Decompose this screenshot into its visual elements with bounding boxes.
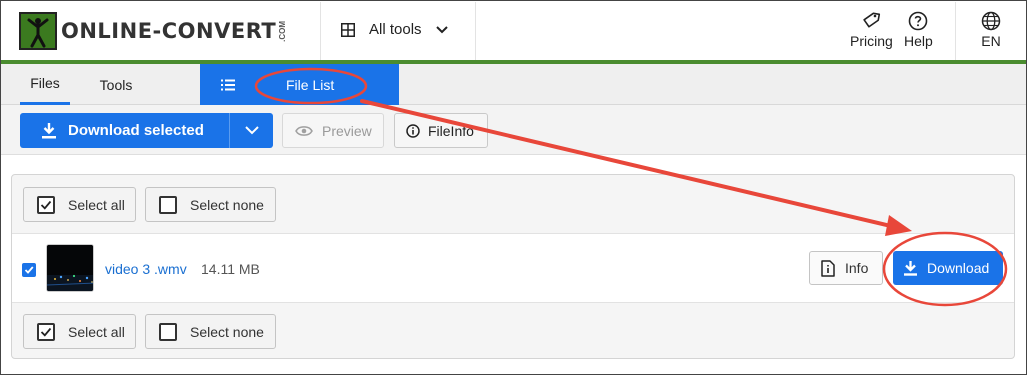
empty-checkbox-icon (159, 322, 177, 341)
split-divider (229, 113, 230, 148)
tab-file-list[interactable]: File List (200, 64, 399, 105)
select-none-label: Select none (190, 323, 264, 340)
tag-icon (863, 12, 881, 28)
file-info-label: Info (845, 260, 869, 276)
file-row-checkbox[interactable] (22, 263, 36, 277)
fileinfo-button[interactable]: FileInfo (394, 113, 488, 148)
checked-checkbox-icon (37, 322, 55, 341)
chevron-down-icon (435, 25, 448, 33)
tab-file-list-label: File List (286, 76, 335, 93)
top-header: ONLINE-CONVERT .COM All tools Pricing He… (1, 1, 1026, 61)
download-icon (42, 122, 56, 138)
download-icon (904, 260, 917, 276)
select-none-button-top[interactable]: Select none (145, 187, 276, 222)
select-all-button-bottom[interactable]: Select all (23, 314, 136, 349)
file-download-button[interactable]: Download (893, 251, 1003, 285)
header-divider (320, 2, 321, 61)
checked-checkbox-icon (37, 195, 55, 214)
select-none-label: Select none (190, 196, 264, 213)
file-info-button[interactable]: Info (809, 251, 883, 285)
file-toolbar: Download selected Preview FileInfo (1, 105, 1026, 155)
tab-tools-label: Tools (99, 76, 133, 93)
file-name-link[interactable]: video 3 .wmv (105, 261, 187, 277)
select-all-label: Select all (68, 323, 125, 340)
fileinfo-label: FileInfo (428, 122, 474, 139)
tab-tools[interactable]: Tools (91, 64, 141, 105)
select-all-label: Select all (68, 196, 125, 213)
language-selector[interactable]: EN (981, 11, 1001, 49)
empty-checkbox-icon (159, 195, 177, 214)
header-divider (475, 2, 476, 61)
info-icon (406, 123, 420, 138)
logo-figure-icon (19, 12, 57, 50)
file-download-label: Download (927, 260, 990, 276)
download-selected-button[interactable]: Download selected (20, 113, 273, 148)
download-selected-label: Download selected (68, 122, 204, 139)
chevron-down-icon[interactable] (245, 126, 259, 135)
preview-label: Preview (322, 122, 372, 139)
grid-icon (341, 22, 355, 37)
file-row: video 3 .wmv 14.11 MB Info Download (12, 233, 1014, 303)
tab-bar: Files Tools File List (1, 64, 1026, 105)
select-all-button-top[interactable]: Select all (23, 187, 136, 222)
eye-icon (295, 125, 313, 136)
logo[interactable]: ONLINE-CONVERT .COM (19, 11, 287, 51)
tab-files[interactable]: Files (20, 64, 70, 105)
all-tools-menu[interactable]: All tools (341, 21, 462, 38)
all-tools-label: All tools (369, 21, 422, 38)
pricing-label: Pricing (850, 33, 893, 49)
language-label: EN (981, 33, 1001, 49)
logo-text: ONLINE-CONVERT (61, 19, 277, 43)
select-none-button-bottom[interactable]: Select none (145, 314, 276, 349)
logo-suffix: .COM (278, 20, 288, 42)
help-label: Help (904, 33, 933, 49)
list-icon (221, 79, 235, 90)
help-circle-icon (909, 11, 928, 31)
pricing-link[interactable]: Pricing (850, 11, 893, 49)
help-link[interactable]: Help (904, 11, 933, 49)
file-info-icon (821, 259, 835, 277)
preview-button[interactable]: Preview (282, 113, 384, 148)
tab-files-label: Files (30, 75, 60, 91)
file-size: 14.11 MB (201, 261, 260, 277)
file-thumbnail (46, 244, 94, 292)
header-divider (955, 2, 956, 61)
globe-icon (981, 11, 1001, 31)
